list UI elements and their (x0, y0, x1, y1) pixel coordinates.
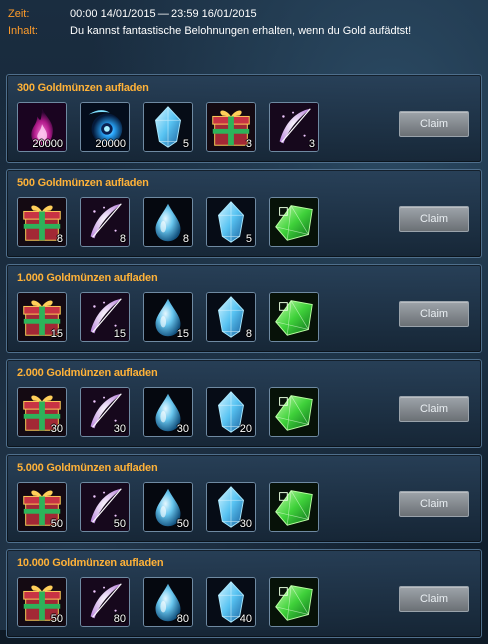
green-gem-icon (270, 388, 318, 436)
reward-item[interactable]: 15 (17, 292, 67, 342)
reward-item[interactable] (269, 197, 319, 247)
reward-item[interactable]: 5 (206, 197, 256, 247)
item-count: 15 (113, 328, 126, 340)
reward-tier: 10.000 Goldmünzen aufladen 50 80 80 40 C… (6, 549, 482, 638)
item-count: 80 (113, 613, 126, 625)
item-count: 8 (182, 233, 189, 245)
reward-item[interactable] (269, 387, 319, 437)
reward-items: 20000 20000 5 3 3 (17, 102, 332, 152)
item-count: 50 (176, 518, 189, 530)
item-count: 3 (308, 138, 315, 150)
item-count: 30 (50, 423, 63, 435)
reward-items: 8 8 8 5 (17, 197, 332, 247)
reward-item[interactable]: 80 (80, 577, 130, 627)
item-count: 3 (245, 138, 252, 150)
reward-tier-list: 300 Goldmünzen aufladen 20000 20000 5 3 … (6, 74, 482, 644)
reward-item[interactable]: 20 (206, 387, 256, 437)
reward-item[interactable]: 8 (143, 197, 193, 247)
tier-title: 10.000 Goldmünzen aufladen (17, 557, 164, 569)
reward-item[interactable]: 30 (143, 387, 193, 437)
reward-item[interactable]: 20000 (17, 102, 67, 152)
reward-tier: 1.000 Goldmünzen aufladen 15 15 15 8 Cla… (6, 264, 482, 353)
reward-item[interactable]: 5 (143, 102, 193, 152)
time-label: Zeit: (8, 8, 30, 20)
green-gem-icon (270, 578, 318, 626)
tier-title: 5.000 Goldmünzen aufladen (17, 462, 158, 474)
reward-item[interactable]: 30 (206, 482, 256, 532)
item-count: 50 (50, 613, 63, 625)
reward-item[interactable]: 50 (143, 482, 193, 532)
item-count: 5 (182, 138, 189, 150)
tier-title: 500 Goldmünzen aufladen (17, 177, 149, 189)
green-gem-icon (270, 293, 318, 341)
tier-title: 1.000 Goldmünzen aufladen (17, 272, 158, 284)
item-count: 30 (113, 423, 126, 435)
item-count: 8 (56, 233, 63, 245)
reward-items: 15 15 15 8 (17, 292, 332, 342)
event-header: Zeit: 00:00 14/01/2015 — 23:59 16/01/201… (8, 6, 484, 40)
item-count: 50 (50, 518, 63, 530)
tier-title: 300 Goldmünzen aufladen (17, 82, 149, 94)
item-count: 20000 (95, 138, 126, 150)
item-count: 20 (239, 423, 252, 435)
item-count: 8 (245, 328, 252, 340)
item-count: 30 (239, 518, 252, 530)
item-count: 50 (113, 518, 126, 530)
claim-button[interactable]: Claim (399, 491, 469, 517)
time-row: Zeit: 00:00 14/01/2015 — 23:59 16/01/201… (8, 6, 484, 23)
item-count: 8 (119, 233, 126, 245)
reward-item[interactable]: 3 (269, 102, 319, 152)
item-count: 30 (176, 423, 189, 435)
reward-items: 50 80 80 40 (17, 577, 332, 627)
reward-item[interactable]: 15 (143, 292, 193, 342)
item-count: 80 (176, 613, 189, 625)
reward-item[interactable]: 30 (17, 387, 67, 437)
reward-item[interactable]: 8 (17, 197, 67, 247)
item-count: 20000 (32, 138, 63, 150)
reward-item[interactable] (269, 292, 319, 342)
reward-tier: 2.000 Goldmünzen aufladen 30 30 30 20 Cl… (6, 359, 482, 448)
content-value: Du kannst fantastische Belohnungen erhal… (70, 25, 412, 37)
item-count: 15 (176, 328, 189, 340)
claim-button[interactable]: Claim (399, 301, 469, 327)
reward-item[interactable]: 3 (206, 102, 256, 152)
item-count: 40 (239, 613, 252, 625)
claim-button[interactable]: Claim (399, 586, 469, 612)
reward-item[interactable]: 20000 (80, 102, 130, 152)
reward-tier: 5.000 Goldmünzen aufladen 50 50 50 30 Cl… (6, 454, 482, 543)
green-gem-icon (270, 198, 318, 246)
reward-item[interactable]: 30 (80, 387, 130, 437)
tier-title: 2.000 Goldmünzen aufladen (17, 367, 158, 379)
reward-item[interactable]: 8 (80, 197, 130, 247)
claim-button[interactable]: Claim (399, 206, 469, 232)
reward-item[interactable]: 40 (206, 577, 256, 627)
reward-tier: 500 Goldmünzen aufladen 8 8 8 5 Claim (6, 169, 482, 258)
content-row: Inhalt: Du kannst fantastische Belohnung… (8, 23, 484, 40)
reward-item[interactable]: 8 (206, 292, 256, 342)
green-gem-icon (270, 483, 318, 531)
claim-button[interactable]: Claim (399, 396, 469, 422)
reward-item[interactable]: 80 (143, 577, 193, 627)
reward-item[interactable] (269, 577, 319, 627)
item-count: 15 (50, 328, 63, 340)
item-count: 5 (245, 233, 252, 245)
reward-item[interactable]: 15 (80, 292, 130, 342)
reward-item[interactable]: 50 (17, 482, 67, 532)
reward-items: 50 50 50 30 (17, 482, 332, 532)
reward-item[interactable]: 50 (80, 482, 130, 532)
time-value: 00:00 14/01/2015 — 23:59 16/01/2015 (70, 8, 257, 20)
reward-tier: 300 Goldmünzen aufladen 20000 20000 5 3 … (6, 74, 482, 163)
reward-item[interactable] (269, 482, 319, 532)
content-label: Inhalt: (8, 25, 38, 37)
reward-items: 30 30 30 20 (17, 387, 332, 437)
claim-button[interactable]: Claim (399, 111, 469, 137)
reward-item[interactable]: 50 (17, 577, 67, 627)
